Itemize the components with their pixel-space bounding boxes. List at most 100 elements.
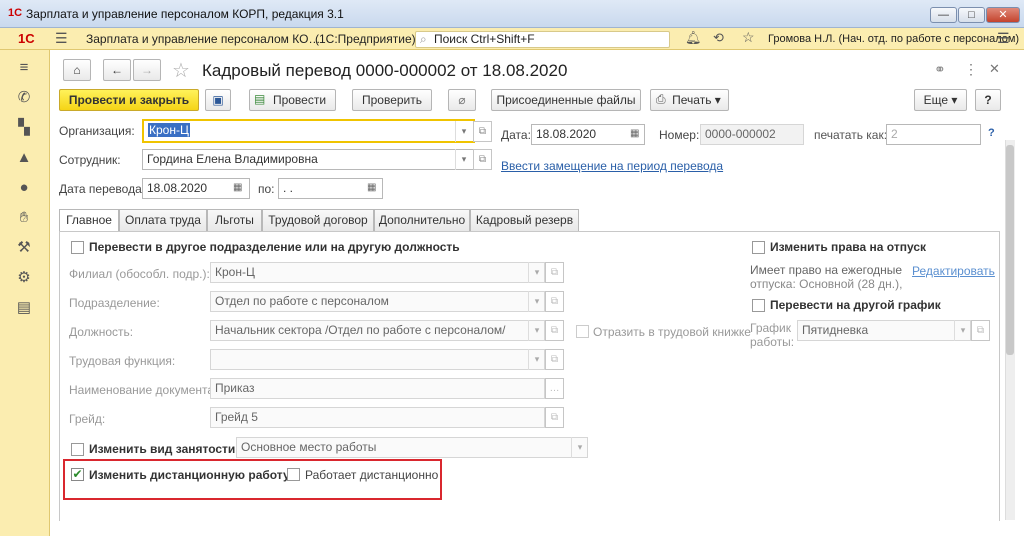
- move-checkbox[interactable]: [71, 241, 84, 254]
- department-open-icon[interactable]: ⧉: [545, 291, 564, 312]
- schedule-checkbox[interactable]: [752, 299, 765, 312]
- vacation-checkbox[interactable]: [752, 241, 765, 254]
- current-user[interactable]: Громова Н.Л. (Нач. отд. по работе с перс…: [768, 33, 1019, 45]
- works-remote-checkbox[interactable]: [287, 468, 300, 481]
- department-dropdown-icon[interactable]: ▾: [528, 291, 545, 312]
- minimize-button[interactable]: —: [930, 7, 957, 23]
- document-name-field[interactable]: Приказ: [210, 378, 545, 399]
- move-date-label: Дата перевода:: [59, 182, 146, 196]
- menu-icon[interactable]: ☰: [55, 30, 68, 47]
- organization-field[interactable]: Крон-Ц: [142, 119, 475, 143]
- maximize-button[interactable]: □: [958, 7, 985, 23]
- branch-dropdown-icon[interactable]: ▾: [528, 262, 545, 283]
- employee-open-icon[interactable]: ⧉: [473, 149, 492, 170]
- close-window-button[interactable]: ✕: [986, 7, 1020, 23]
- tab-main[interactable]: Главное: [59, 209, 119, 232]
- employment-dropdown-icon[interactable]: ▾: [571, 437, 588, 458]
- labor-function-open-icon[interactable]: ⧉: [545, 349, 564, 370]
- tab-benefits[interactable]: Льготы: [207, 209, 262, 231]
- education-icon[interactable]: ▲: [14, 148, 34, 168]
- app-header: 1С ☰ Зарплата и управление персоналом КО…: [0, 28, 1024, 50]
- save-icon[interactable]: ▣: [205, 89, 231, 111]
- card-icon[interactable]: ▤: [14, 298, 34, 318]
- grade-open-icon[interactable]: ⧉: [545, 407, 564, 428]
- hand-icon[interactable]: ✋︎: [14, 208, 34, 228]
- branch-label: Филиал (обособл. подр.):: [69, 267, 210, 281]
- page-title: Кадровый перевод 0000-000002 от 18.08.20…: [202, 61, 568, 80]
- remote-checkbox-label: Изменить дистанционную работу: [89, 468, 290, 482]
- date-calendar-icon[interactable]: ▦: [630, 128, 639, 139]
- date-field[interactable]: 18.08.2020: [531, 124, 645, 145]
- app-logo-icon: 1С: [8, 7, 23, 19]
- attached-files-button[interactable]: Присоединенные файлы: [491, 89, 641, 111]
- schedule-label-line2: работы:: [750, 335, 795, 349]
- more-actions-icon[interactable]: ⋮: [964, 61, 978, 78]
- scrollbar-thumb[interactable]: [1006, 145, 1014, 355]
- branch-field[interactable]: Крон-Ц: [210, 262, 545, 283]
- tab-additional[interactable]: Дополнительно: [374, 209, 470, 231]
- move-checkbox-label: Перевести в другое подразделение или на …: [89, 240, 460, 254]
- gift-icon[interactable]: ▚: [14, 118, 34, 138]
- replacement-link[interactable]: Ввести замещение на период перевода: [501, 159, 723, 173]
- printer-icon: ⎙: [656, 92, 666, 106]
- schedule-open-icon[interactable]: ⧉: [971, 320, 990, 341]
- wrench-icon[interactable]: ⚒: [14, 238, 34, 258]
- workbook-checkbox[interactable]: [576, 325, 589, 338]
- people-icon[interactable]: ●: [14, 178, 34, 198]
- department-field[interactable]: Отдел по работе с персоналом: [210, 291, 545, 312]
- workbook-checkbox-label: Отразить в трудовой книжке: [593, 325, 751, 339]
- print-as-field[interactable]: 2: [886, 124, 981, 145]
- edit-vacation-link[interactable]: Редактировать: [912, 264, 995, 278]
- search-placeholder: Поиск Ctrl+Shift+F: [434, 32, 535, 46]
- phone-icon[interactable]: ✆: [14, 88, 34, 108]
- schedule-checkbox-label: Перевести на другой график: [770, 298, 941, 312]
- more-button[interactable]: Еще ▾: [914, 89, 967, 111]
- employee-dropdown-icon[interactable]: ▾: [455, 149, 472, 170]
- main-menu-icon[interactable]: ≡: [14, 58, 34, 78]
- branch-open-icon[interactable]: ⧉: [545, 262, 564, 283]
- 1c-logo-icon[interactable]: 1С: [18, 31, 35, 46]
- position-open-icon[interactable]: ⧉: [545, 320, 564, 341]
- gear-icon[interactable]: ⚙: [14, 268, 34, 288]
- check-button[interactable]: Проверить: [352, 89, 432, 111]
- tab-salary[interactable]: Оплата труда: [119, 209, 207, 231]
- global-search-input[interactable]: Поиск Ctrl+Shift+F: [415, 31, 670, 48]
- position-dropdown-icon[interactable]: ▾: [528, 320, 545, 341]
- settings-menu-icon[interactable]: ☰: [997, 30, 1010, 47]
- history-icon[interactable]: ⟲: [713, 30, 724, 46]
- organization-open-icon[interactable]: ⧉: [473, 121, 492, 142]
- favorites-icon[interactable]: ☆: [742, 29, 755, 46]
- forward-button[interactable]: →: [133, 59, 161, 81]
- close-form-icon[interactable]: ✕: [989, 61, 1000, 77]
- window-titlebar: 1С Зарплата и управление персоналом КОРП…: [0, 0, 1024, 28]
- post-and-close-button[interactable]: Провести и закрыть: [59, 89, 199, 111]
- tab-reserve[interactable]: Кадровый резерв: [470, 209, 579, 231]
- employment-checkbox[interactable]: [71, 443, 84, 456]
- calendar-icon[interactable]: ▦: [233, 182, 242, 193]
- schedule-dropdown-icon[interactable]: ▾: [954, 320, 971, 341]
- schedule-field[interactable]: Пятидневка: [797, 320, 971, 341]
- to-calendar-icon[interactable]: ▦: [367, 182, 376, 193]
- app-name: Зарплата и управление персоналом КО…: [86, 32, 321, 46]
- attach-icon[interactable]: ⌀: [448, 89, 476, 111]
- home-button[interactable]: ⌂: [63, 59, 91, 81]
- employee-field[interactable]: Гордина Елена Владимировна: [142, 149, 475, 170]
- number-field[interactable]: 0000-000002: [700, 124, 804, 145]
- favorite-star-icon[interactable]: ☆: [172, 58, 190, 83]
- tab-contract[interactable]: Трудовой договор: [262, 209, 374, 231]
- back-button[interactable]: ←: [103, 59, 131, 81]
- search-icon: ⌕: [420, 32, 427, 46]
- bell-icon[interactable]: 🔔︎: [685, 30, 702, 46]
- position-field[interactable]: Начальник сектора /Отдел по работе с пер…: [210, 320, 545, 341]
- labor-function-field[interactable]: [210, 349, 545, 370]
- labor-function-label: Трудовая функция:: [69, 354, 176, 368]
- labor-function-dropdown-icon[interactable]: ▾: [528, 349, 545, 370]
- grade-field[interactable]: Грейд 5: [210, 407, 545, 428]
- document-name-select-icon[interactable]: …: [545, 378, 564, 399]
- link-icon[interactable]: ⚭: [934, 61, 946, 78]
- organization-dropdown-icon[interactable]: ▾: [455, 121, 472, 142]
- employment-field[interactable]: Основное место работы: [236, 437, 588, 458]
- print-as-help-icon[interactable]: ?: [988, 127, 995, 139]
- remote-checkbox[interactable]: ✔: [71, 468, 84, 481]
- help-button[interactable]: ?: [975, 89, 1001, 111]
